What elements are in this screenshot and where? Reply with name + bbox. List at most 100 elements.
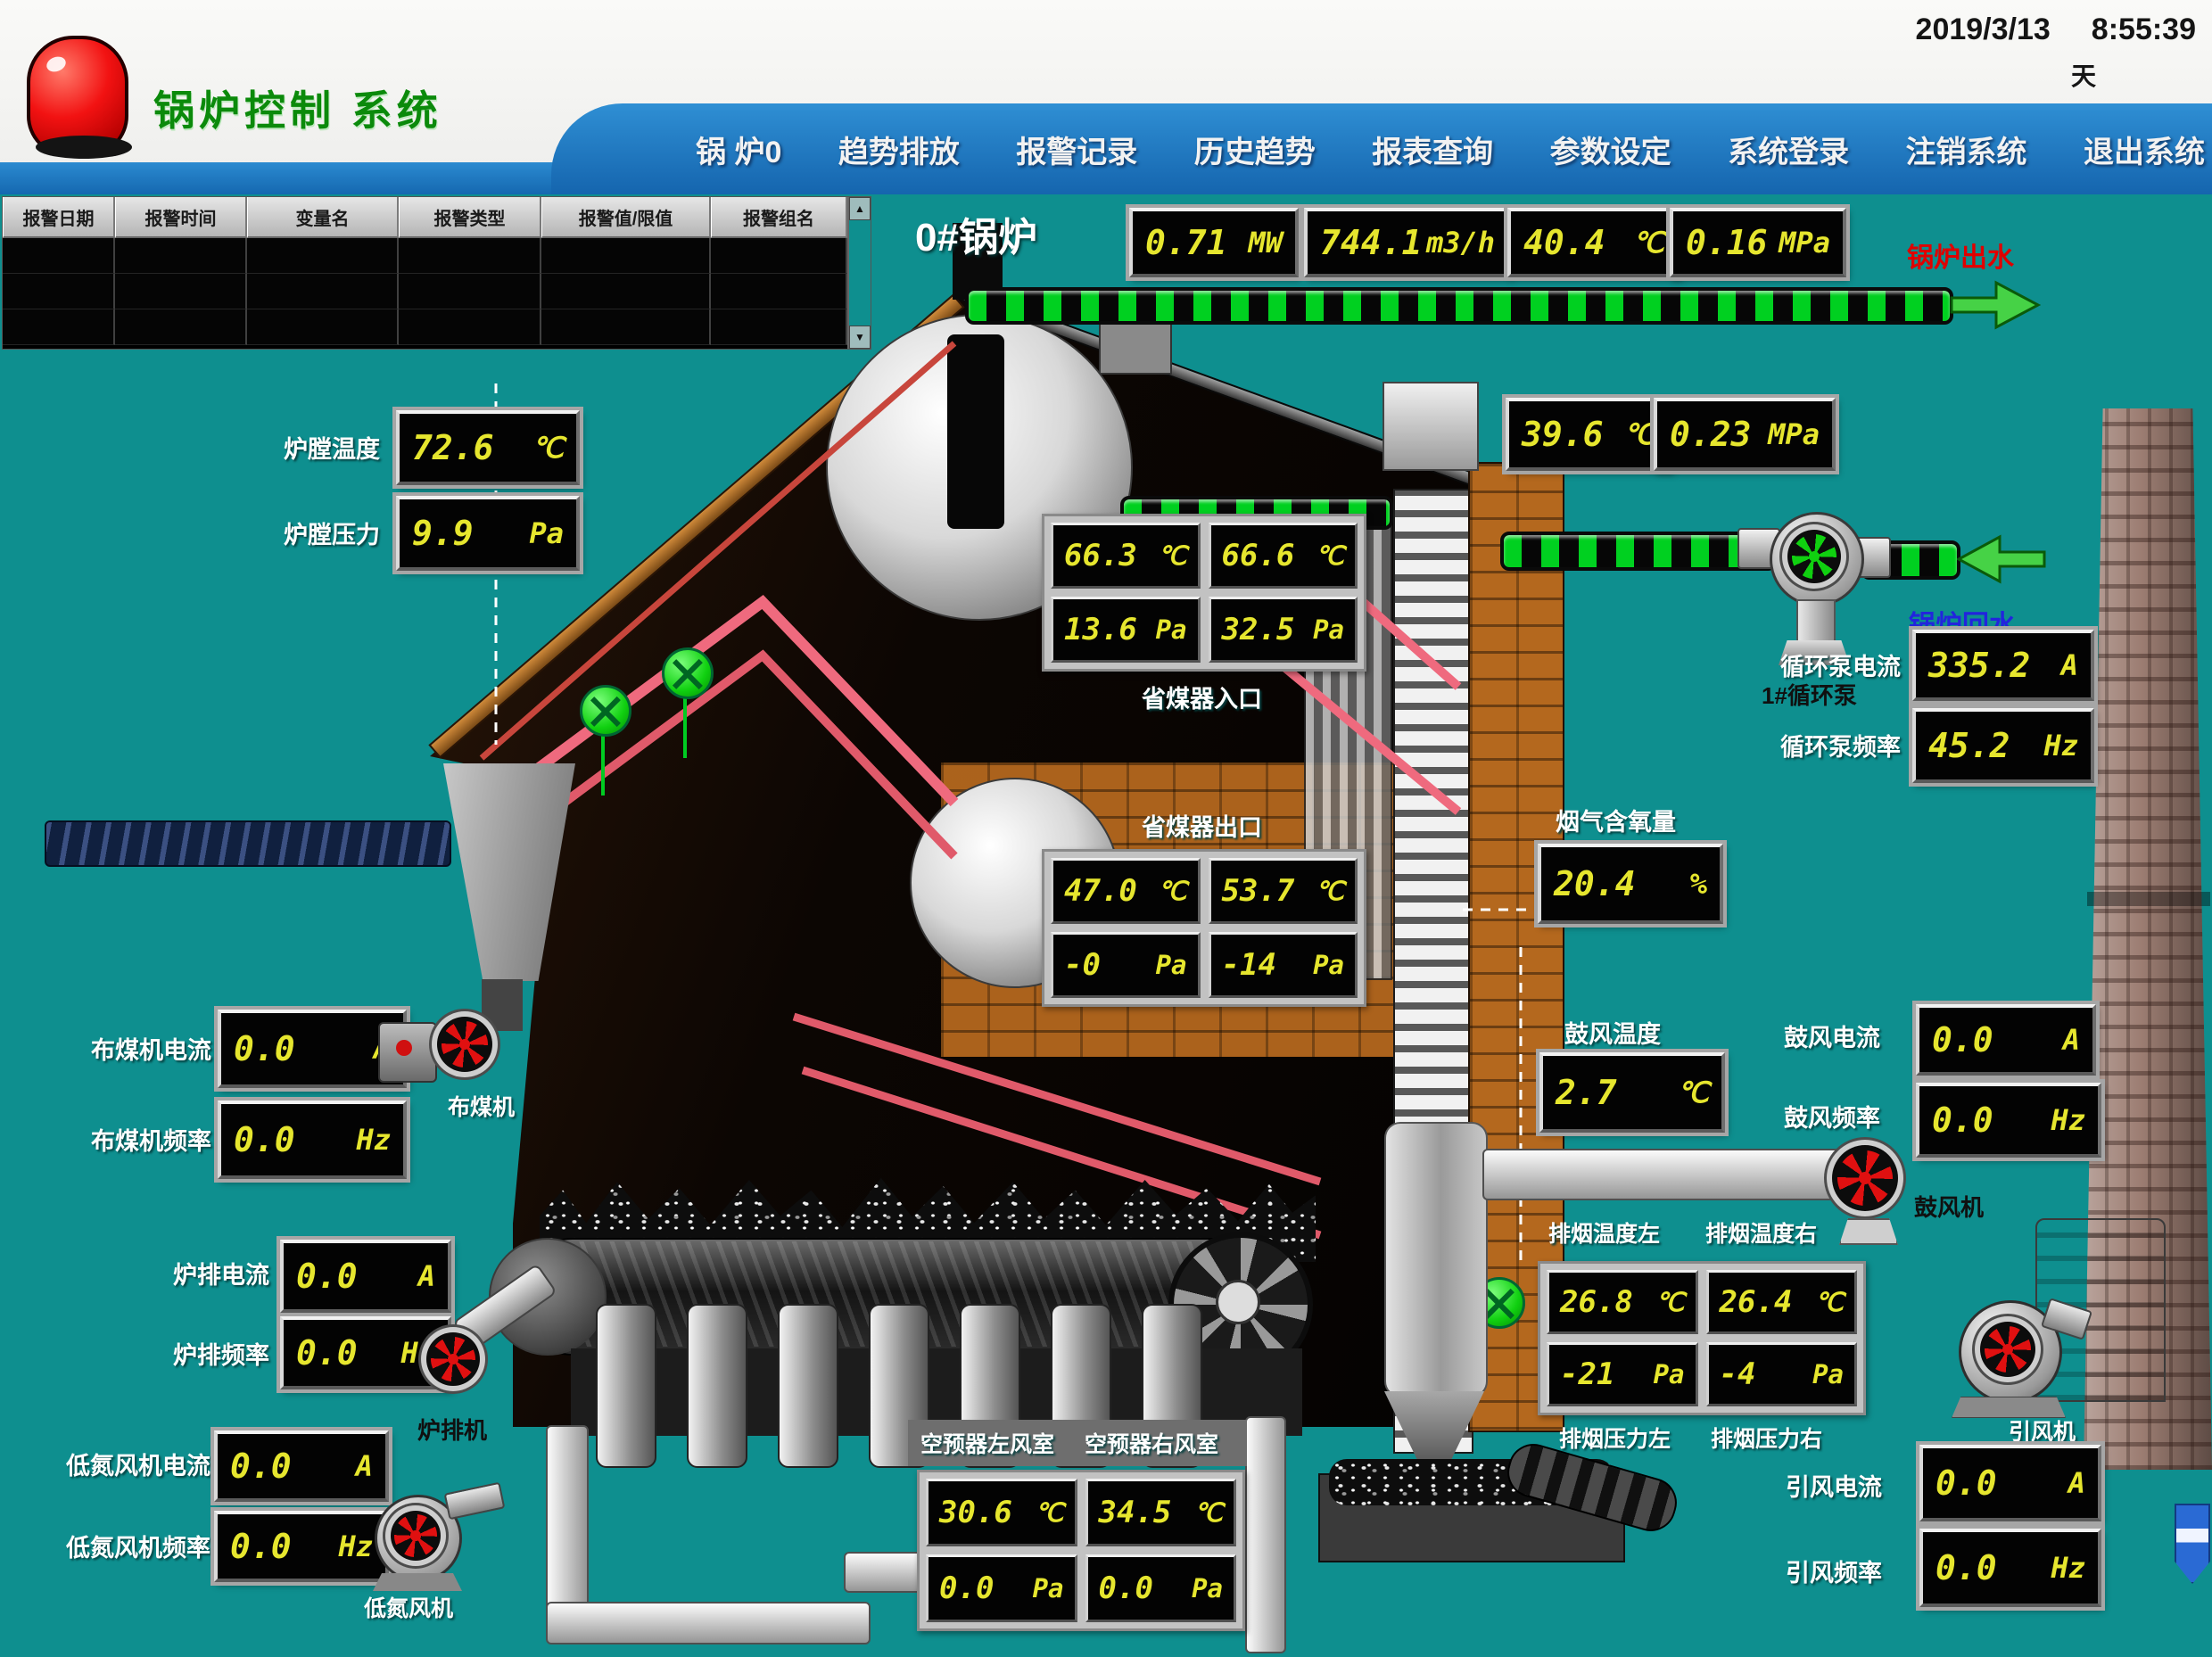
flue-temp-left-label: 排烟温度左 bbox=[1548, 1216, 1660, 1249]
col-alarm-value: 报警值/限值 bbox=[541, 197, 711, 238]
alarm-table-body[interactable] bbox=[3, 238, 847, 347]
menu-item-exit[interactable]: 退出系统 bbox=[2084, 128, 2205, 171]
circ-pump-machine-label: 1#循环泵 bbox=[1762, 678, 1857, 711]
alarm-lamp-base bbox=[36, 136, 132, 159]
col-alarm-date: 报警日期 bbox=[3, 197, 115, 238]
coal-conveyor bbox=[45, 820, 451, 867]
flue-gauges: 26.8℃ 26.4℃ -21Pa -4Pa bbox=[1538, 1261, 1866, 1415]
flue-temp-right: 26.4℃ bbox=[1706, 1270, 1858, 1334]
idfan-fan-icon[interactable] bbox=[1980, 1322, 2035, 1377]
alarm-table: 报警日期 报警时间 变量名 报警类型 报警值/限值 报警组名 ▲ ▼ bbox=[2, 196, 871, 350]
datetime: 2019/3/13 8:55:39 bbox=[1916, 12, 2196, 47]
airpre-left-temp: 30.6℃ bbox=[926, 1479, 1077, 1546]
blast-temp-gauge: 2.7℃ bbox=[1539, 1052, 1725, 1133]
alarm-table-header: 报警日期 报警时间 变量名 报警类型 报警值/限值 报警组名 bbox=[3, 197, 847, 238]
grate-roller bbox=[778, 1304, 838, 1468]
blower-foot bbox=[1839, 1218, 1898, 1245]
bottom-left-pipe-v bbox=[546, 1425, 589, 1625]
economizer-outlet-label: 省煤器出口 bbox=[1142, 808, 1262, 843]
economizer-inlet-label: 省煤器入口 bbox=[1142, 680, 1262, 714]
eco-in-temp1: 66.3℃ bbox=[1051, 523, 1201, 589]
col-var-name: 变量名 bbox=[247, 197, 399, 238]
outlet-arrow-icon bbox=[1950, 278, 2041, 332]
economizer-outlet-gauges: 47.0℃ 53.7℃ -0Pa -14Pa bbox=[1042, 849, 1366, 1007]
flue-pres-right: -4Pa bbox=[1706, 1342, 1858, 1406]
blower-machine-label: 鼓风机 bbox=[1914, 1190, 1984, 1223]
blower-current-gauge: 0.0A bbox=[1916, 1004, 2096, 1076]
idfan-machine-label: 引风机 bbox=[2009, 1414, 2076, 1447]
scroll-down-icon[interactable]: ▼ bbox=[849, 326, 871, 349]
flue-pres-left-label: 排烟压力左 bbox=[1559, 1422, 1671, 1454]
menu-item-params[interactable]: 参数设定 bbox=[1550, 128, 1671, 171]
grate-freq-label: 炉排频率 bbox=[173, 1336, 269, 1371]
menu-item-trend[interactable]: 趋势排放 bbox=[838, 128, 960, 171]
flue-pres-left: -21Pa bbox=[1547, 1342, 1698, 1406]
grate-roller bbox=[596, 1304, 656, 1468]
flue-temp-left: 26.8℃ bbox=[1547, 1270, 1698, 1334]
airpre-right-temp: 34.5℃ bbox=[1085, 1479, 1237, 1546]
airpre-gauges: 30.6℃ 34.5℃ 0.0Pa 0.0Pa bbox=[917, 1470, 1245, 1631]
airpre-left-label: 空预器左风室 bbox=[920, 1427, 1054, 1459]
blower-current-label: 鼓风电流 bbox=[1784, 1018, 1880, 1053]
air-duct-pipe bbox=[1482, 1149, 1850, 1200]
airpre-right-pres: 0.0Pa bbox=[1085, 1554, 1237, 1622]
valve-icon-2 bbox=[662, 647, 714, 699]
flue-pres-right-label: 排烟压力右 bbox=[1711, 1422, 1822, 1454]
chimney-band bbox=[2087, 892, 2210, 906]
lownox-outlet bbox=[444, 1482, 506, 1521]
gauge-flow: 744.1 m3/h bbox=[1304, 208, 1511, 277]
steam-header-block bbox=[1382, 382, 1479, 471]
col-alarm-type: 报警类型 bbox=[399, 197, 541, 238]
gauge-power: 0.71 MW bbox=[1129, 208, 1299, 277]
menu-item-logout[interactable]: 注销系统 bbox=[1906, 128, 2027, 171]
gauge-outlet-temp: 40.4 ℃ bbox=[1507, 208, 1680, 277]
grate-machine-label: 炉排机 bbox=[417, 1413, 487, 1446]
lownox-current-gauge: 0.0A bbox=[214, 1430, 389, 1502]
blower-freq-gauge: 0.0Hz bbox=[1916, 1083, 2101, 1158]
blower-fan-icon[interactable] bbox=[1832, 1145, 1898, 1211]
eco-out-pres2: -14Pa bbox=[1209, 932, 1358, 998]
lownox-freq-label: 低氮风机频率 bbox=[66, 1529, 210, 1563]
grate-fan-icon[interactable] bbox=[426, 1332, 480, 1386]
grate-roller bbox=[687, 1304, 747, 1468]
time-text: 8:55:39 bbox=[2092, 12, 2196, 47]
alarm-table-scrollbar[interactable]: ▲ ▼ bbox=[847, 197, 871, 349]
furnace-pressure-label: 炉膛压力 bbox=[284, 515, 380, 550]
dust-collector bbox=[1384, 1122, 1488, 1397]
grate-wheel-hub bbox=[1216, 1280, 1260, 1324]
coal-feeder-freq-label: 布煤机频率 bbox=[91, 1122, 211, 1157]
eco-out-temp2: 53.7℃ bbox=[1209, 858, 1358, 924]
boiler-name: 0#锅炉 bbox=[915, 205, 1037, 262]
coal-feeder-machine-label: 布煤机 bbox=[448, 1090, 515, 1122]
idfan-current-gauge: 0.0A bbox=[1919, 1445, 2101, 1521]
gauge-outlet-pressure: 0.16 MPa bbox=[1670, 208, 1846, 277]
menu-item-login[interactable]: 系统登录 bbox=[1728, 128, 1849, 171]
day-text: 天 bbox=[2071, 57, 2096, 93]
furnace-temp-gauge: 72.6 ℃ bbox=[396, 410, 580, 485]
date-text: 2019/3/13 bbox=[1916, 12, 2051, 47]
airpre-right-label: 空预器右风室 bbox=[1085, 1427, 1218, 1459]
furnace-pressure-gauge: 9.9 Pa bbox=[396, 496, 580, 571]
scroll-up-icon[interactable]: ▲ bbox=[849, 197, 871, 220]
blast-temp-label: 鼓风温度 bbox=[1564, 1015, 1661, 1050]
circ-pump-freq-gauge: 45.2Hz bbox=[1912, 708, 2094, 783]
eco-in-temp2: 66.6℃ bbox=[1209, 523, 1358, 589]
airpre-right-pipe bbox=[1245, 1416, 1286, 1653]
return-pressure-gauge: 0.23MPa bbox=[1654, 398, 1836, 471]
menu-item-history[interactable]: 历史趋势 bbox=[1194, 128, 1316, 171]
coal-feeder-current-label: 布煤机电流 bbox=[91, 1031, 211, 1066]
lownox-freq-gauge: 0.0Hz bbox=[214, 1511, 389, 1582]
idfan-freq-label: 引风频率 bbox=[1786, 1554, 1882, 1588]
furnace-temp-label: 炉膛温度 bbox=[284, 430, 380, 465]
menu-item-reports[interactable]: 报表查询 bbox=[1372, 128, 1493, 171]
eco-in-pres2: 32.5Pa bbox=[1209, 597, 1358, 663]
hopper-chute bbox=[482, 979, 523, 1031]
o2-label: 烟气含氧量 bbox=[1556, 803, 1676, 837]
main-menu: 锅 炉0 趋势排放 报警记录 历史趋势 报表查询 参数设定 系统登录 注销系统 … bbox=[696, 118, 2205, 180]
menu-item-boiler0[interactable]: 锅 炉0 bbox=[696, 128, 781, 171]
return-arrow-icon bbox=[1957, 533, 2046, 585]
lownox-fan-icon[interactable] bbox=[391, 1511, 441, 1561]
menu-item-alarms[interactable]: 报警记录 bbox=[1016, 128, 1137, 171]
coal-feeder-fan-icon[interactable] bbox=[437, 1017, 492, 1072]
circ-pump-impeller-icon[interactable] bbox=[1787, 530, 1841, 583]
